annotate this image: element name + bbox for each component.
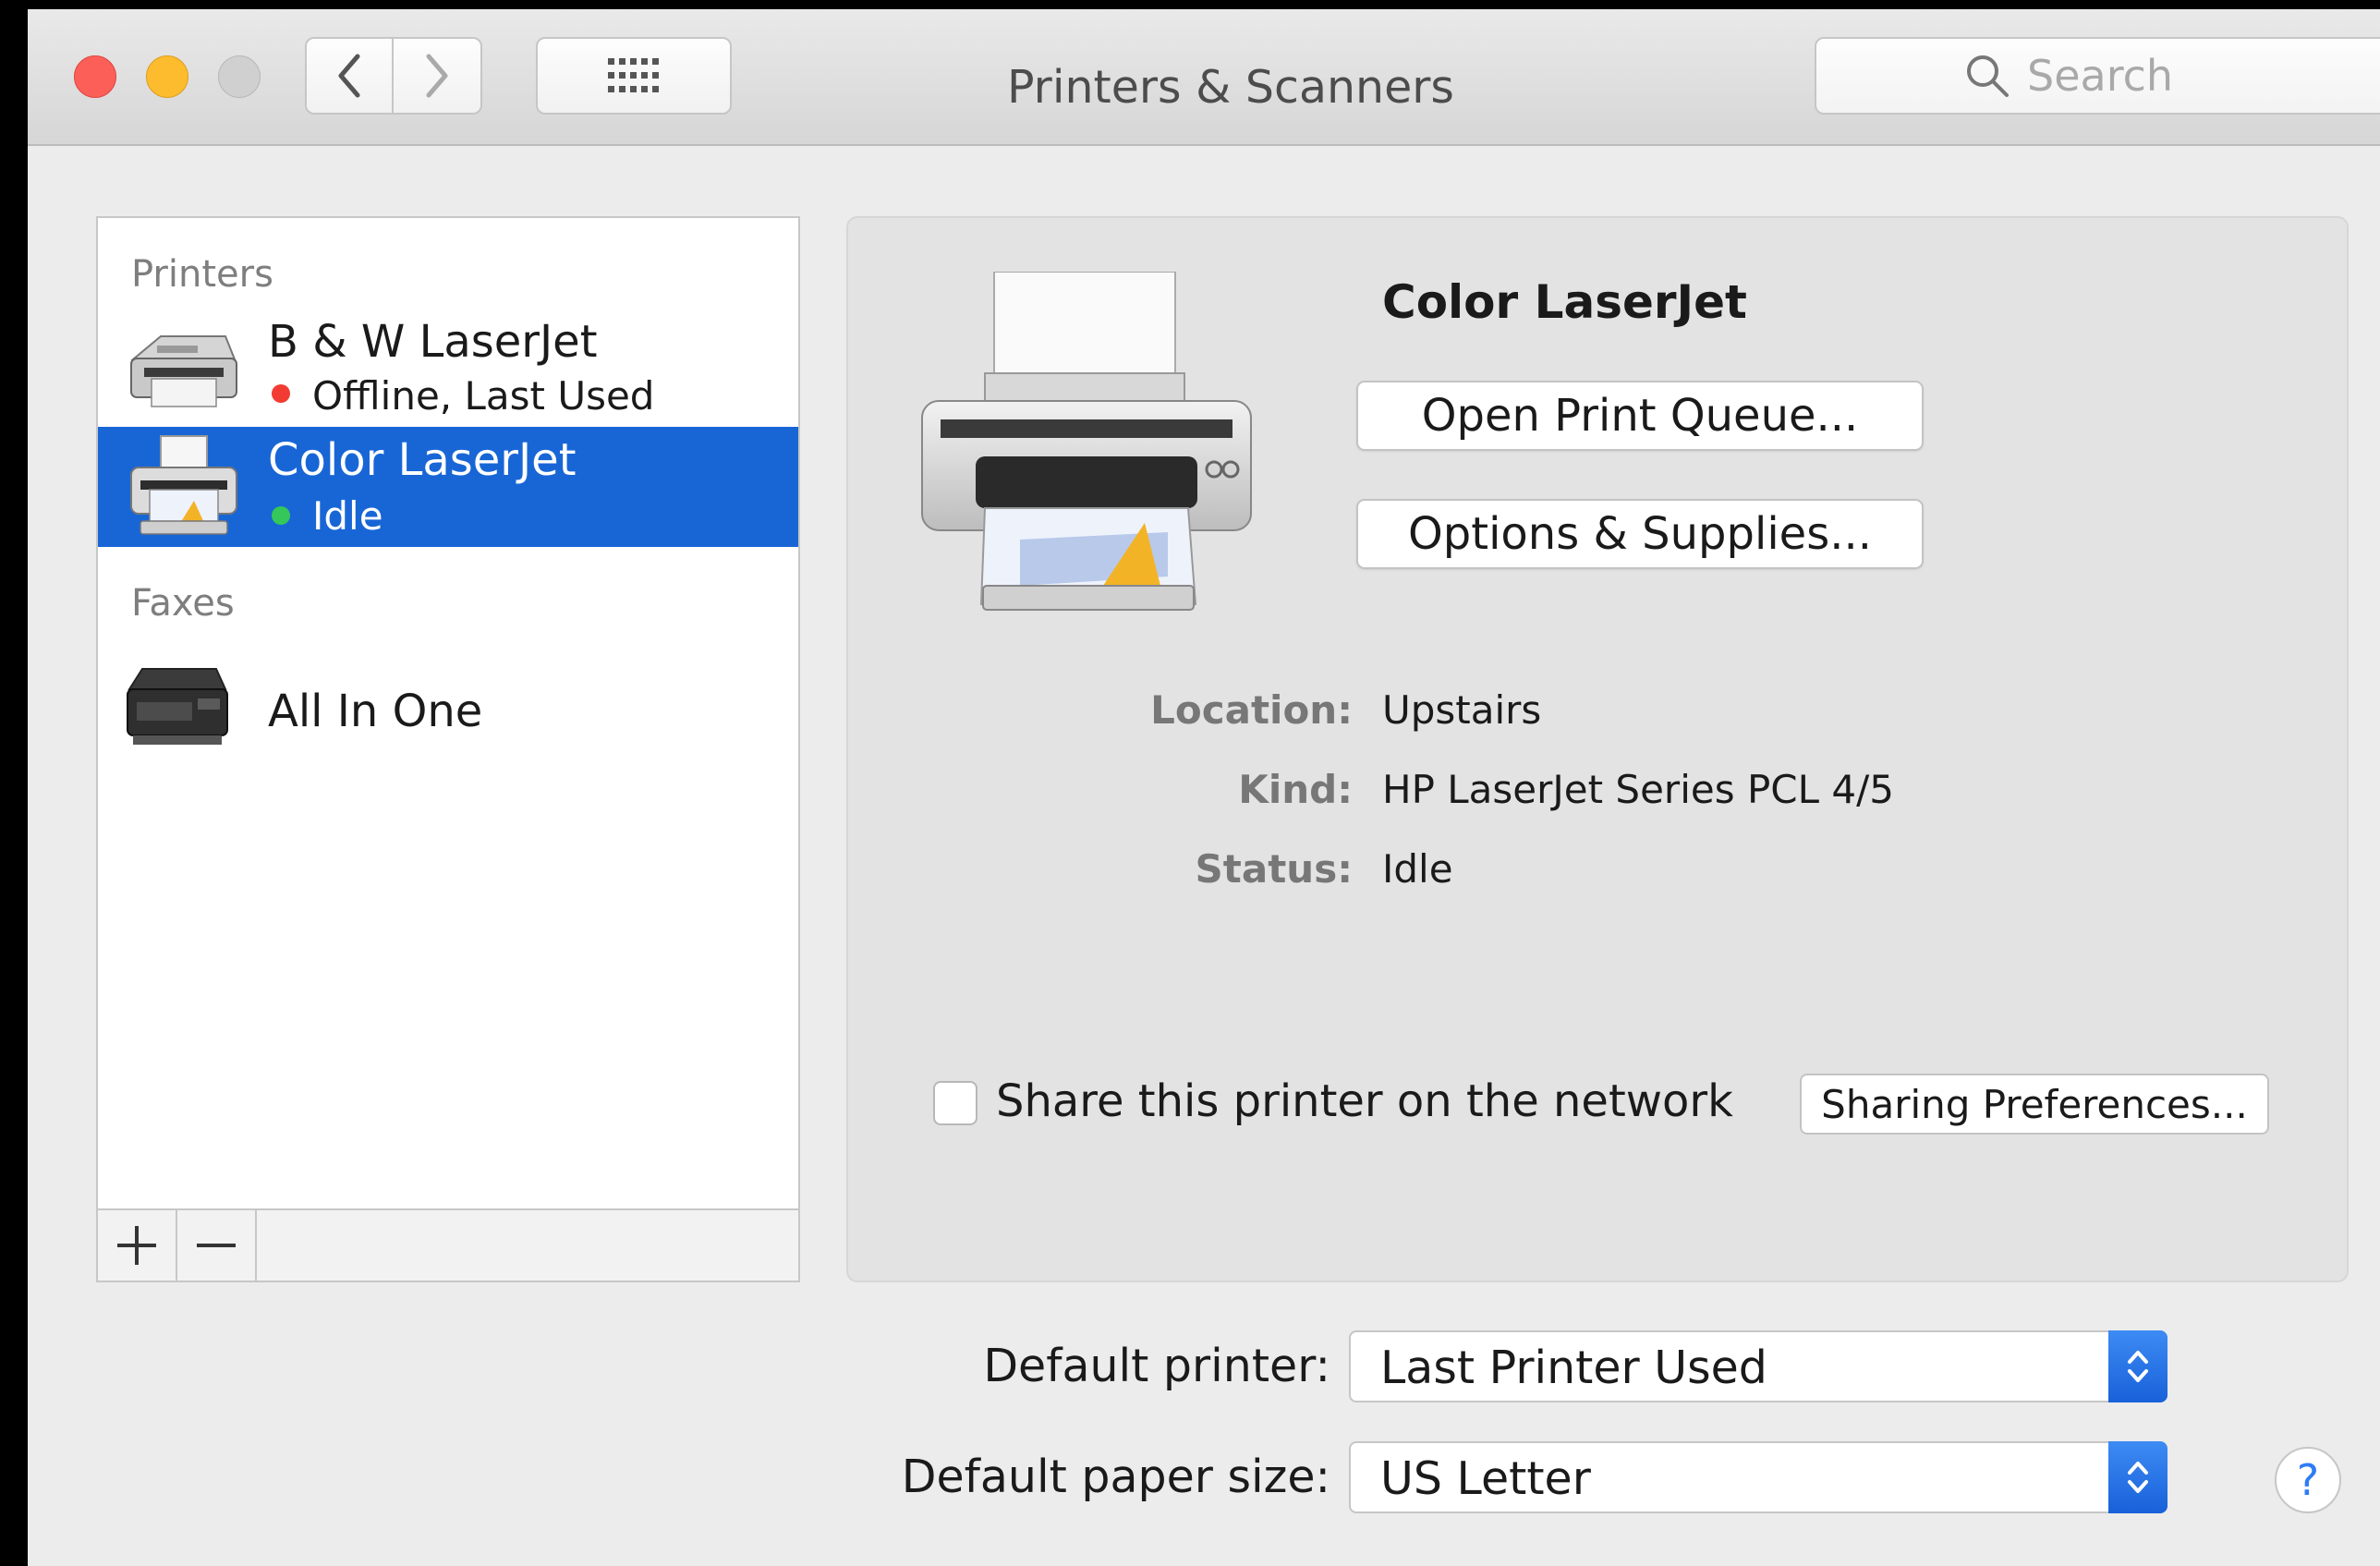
faxes-heading: Faxes — [131, 582, 235, 625]
remove-printer-button[interactable] — [177, 1210, 257, 1281]
popup-arrows-icon — [2108, 1441, 2168, 1513]
back-button[interactable] — [305, 37, 394, 115]
search-field[interactable]: Search — [1815, 37, 2380, 115]
printer-icon — [130, 335, 237, 407]
default-printer-value: Last Printer Used — [1380, 1341, 1767, 1394]
paper-size-value: US Letter — [1380, 1452, 1591, 1505]
options-supplies-button[interactable]: Options & Supplies... — [1356, 499, 1924, 569]
popup-arrows-icon — [2108, 1330, 2168, 1402]
share-printer-label: Share this printer on the network — [996, 1075, 1733, 1127]
chevron-left-icon — [338, 54, 360, 98]
chevron-right-icon — [426, 54, 448, 98]
printer-list: Printers B & W LaserJet Offline, Last Us… — [96, 216, 800, 1210]
printer-row-color-laserjet[interactable]: Color LaserJet Idle — [98, 427, 798, 547]
printer-row-bw-laserjet[interactable]: B & W LaserJet Offline, Last Used — [98, 307, 798, 427]
search-icon — [1967, 55, 2009, 97]
toolbar: Printers & Scanners Search — [28, 9, 2380, 146]
printer-name: Color LaserJet — [268, 434, 577, 486]
plus-icon — [117, 1226, 156, 1265]
printer-status: Offline, Last Used — [312, 373, 655, 419]
zoom-button[interactable] — [218, 55, 261, 98]
large-printer-icon — [921, 272, 1252, 611]
status-label: Status: — [1195, 846, 1353, 892]
grid-icon — [608, 58, 659, 92]
minus-icon — [197, 1244, 236, 1247]
status-value: Idle — [1382, 846, 1453, 892]
search-placeholder: Search — [2027, 51, 2174, 101]
location-label: Location: — [1150, 687, 1353, 733]
selected-printer-name: Color LaserJet — [1382, 275, 1747, 329]
sharing-preferences-button[interactable]: Sharing Preferences... — [1800, 1074, 2269, 1135]
help-button[interactable]: ? — [2275, 1447, 2341, 1513]
kind-value: HP LaserJet Series PCL 4/5 — [1382, 767, 1894, 812]
default-printer-label: Default printer: — [983, 1340, 1330, 1392]
close-button[interactable] — [74, 55, 116, 98]
preferences-window: Printers & Scanners Search Printers B & … — [28, 9, 2380, 1566]
default-printer-popup[interactable]: Last Printer Used — [1349, 1330, 2168, 1402]
printers-heading: Printers — [131, 253, 273, 296]
share-printer-checkbox[interactable] — [933, 1081, 978, 1125]
open-print-queue-button[interactable]: Open Print Queue... — [1356, 381, 1924, 451]
fax-name: All In One — [268, 686, 483, 737]
forward-button[interactable] — [394, 37, 482, 115]
list-footer — [96, 1210, 800, 1282]
window-title: Printers & Scanners — [1007, 61, 1454, 114]
show-all-button[interactable] — [536, 37, 732, 115]
add-printer-button[interactable] — [98, 1210, 177, 1281]
printer-icon — [130, 435, 237, 535]
printer-detail-panel: Color LaserJet Open Print Queue... Optio… — [846, 216, 2349, 1282]
fax-printer-icon — [127, 668, 228, 745]
paper-size-label: Default paper size: — [901, 1451, 1330, 1503]
location-value: Upstairs — [1382, 687, 1542, 733]
minimize-button[interactable] — [146, 55, 188, 98]
offline-status-dot — [272, 384, 290, 403]
paper-size-popup[interactable]: US Letter — [1349, 1441, 2168, 1513]
printer-name: B & W LaserJet — [268, 316, 598, 368]
printer-status: Idle — [312, 493, 383, 539]
idle-status-dot — [272, 506, 290, 525]
fax-row-all-in-one[interactable]: All In One — [98, 652, 798, 772]
kind-label: Kind: — [1238, 767, 1353, 812]
